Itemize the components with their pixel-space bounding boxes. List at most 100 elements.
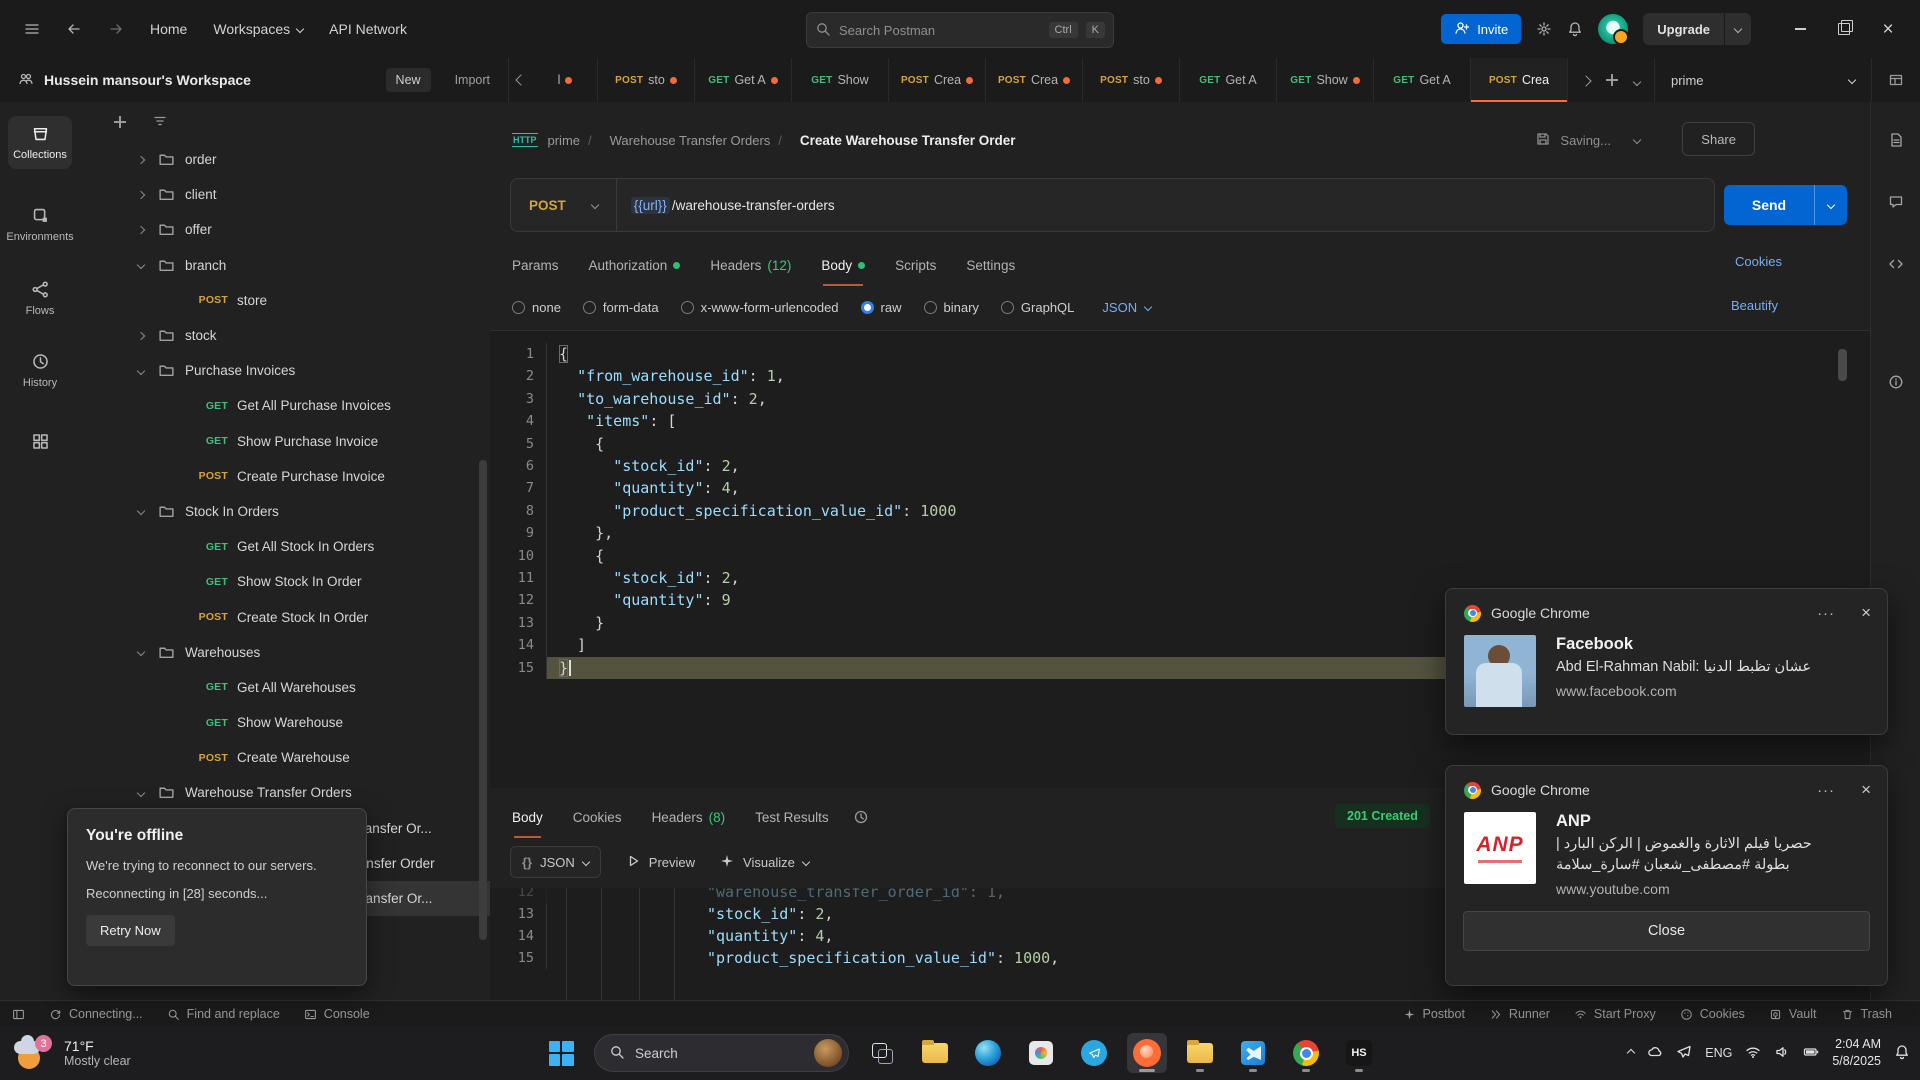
request-tab[interactable]: GETShow <box>1277 58 1374 102</box>
sidebar-folder[interactable]: order <box>80 142 490 177</box>
window-close-button[interactable]: × <box>1866 0 1910 58</box>
statusbar-start-proxy[interactable]: Start Proxy <box>1574 1007 1656 1021</box>
chevron-down-icon[interactable] <box>1725 26 1751 32</box>
body-mode-graphql[interactable]: GraphQL <box>1001 300 1074 315</box>
sidebar-request[interactable]: GETShow Warehouse <box>80 705 490 740</box>
chevron-right-icon[interactable] <box>137 331 145 339</box>
request-tab[interactable]: POSTsto <box>1083 58 1180 102</box>
taskbar-telegram-icon[interactable] <box>1074 1033 1114 1073</box>
send-button[interactable]: Send <box>1724 185 1847 225</box>
upgrade-button[interactable]: Upgrade <box>1643 13 1751 45</box>
notifications-bell-icon[interactable] <box>1567 21 1583 37</box>
settings-gear-icon[interactable] <box>1536 21 1552 37</box>
global-search-input[interactable]: Search Postman Ctrl K <box>806 12 1114 48</box>
response-tab-body[interactable]: Body <box>512 800 543 834</box>
request-tab[interactable]: POSTCrea <box>1471 58 1568 102</box>
statusbar-runner[interactable]: Runner <box>1489 1007 1550 1021</box>
tab-settings[interactable]: Settings <box>966 248 1015 282</box>
invite-button[interactable]: Invite <box>1441 14 1521 44</box>
workspace-title[interactable]: Hussein mansour's Workspace <box>44 72 376 88</box>
preview-button[interactable]: Preview <box>625 853 695 872</box>
back-icon[interactable] <box>66 21 82 37</box>
chevron-right-icon[interactable] <box>137 155 145 163</box>
sidebar-folder[interactable]: Purchase Invoices <box>80 353 490 388</box>
user-avatar[interactable] <box>1598 14 1628 44</box>
breadcrumb-collection[interactable]: prime <box>548 133 581 148</box>
request-tab[interactable]: l <box>533 58 598 102</box>
environment-selector[interactable]: prime <box>1655 58 1871 102</box>
sidebar-request[interactable]: GETShow Stock In Order <box>80 564 490 599</box>
notification-close-icon[interactable]: × <box>1861 780 1871 800</box>
rail-environments[interactable]: Environments <box>8 198 72 251</box>
taskbar-file-explorer-icon[interactable] <box>915 1033 955 1073</box>
request-tab[interactable]: POSTCrea <box>986 58 1083 102</box>
breadcrumb-request-name[interactable]: Create Warehouse Transfer Order <box>800 133 1016 148</box>
rail-history[interactable]: History <box>8 344 72 397</box>
statusbar-vault[interactable]: Vault <box>1769 1007 1817 1021</box>
response-history-icon[interactable] <box>853 809 869 825</box>
body-mode-none[interactable]: none <box>512 300 561 315</box>
taskbar-postman-icon[interactable] <box>1127 1033 1167 1073</box>
send-options-chevron-icon[interactable] <box>1815 202 1847 208</box>
request-tab[interactable]: GETShow <box>792 58 889 102</box>
notification-close-icon[interactable]: × <box>1861 603 1871 623</box>
onedrive-cloud-icon[interactable] <box>1647 1044 1663 1063</box>
rail-flows[interactable]: Flows <box>8 272 72 325</box>
chevron-down-icon[interactable] <box>137 261 145 269</box>
hidden-icons-chevron[interactable] <box>1628 1050 1634 1056</box>
visualize-button[interactable]: Visualize <box>719 853 809 872</box>
body-mode-x-www-form-urlencoded[interactable]: x-www-form-urlencoded <box>681 300 839 315</box>
response-tab-headers[interactable]: Headers(8) <box>652 800 726 834</box>
taskbar-edge-icon[interactable] <box>968 1033 1008 1073</box>
body-mode-raw[interactable]: raw <box>861 300 902 315</box>
environment-quick-look-icon[interactable] <box>1871 58 1920 102</box>
window-maximize-button[interactable] <box>1822 0 1866 58</box>
sidebar-folder[interactable]: Warehouse Transfer Orders <box>80 775 490 810</box>
sidebar-folder[interactable]: branch <box>80 248 490 283</box>
body-mode-binary[interactable]: binary <box>924 300 979 315</box>
taskbar-chrome-icon[interactable] <box>1286 1033 1326 1073</box>
tab-options-chevron-icon[interactable] <box>1634 73 1640 88</box>
wifi-icon[interactable] <box>1745 1044 1761 1063</box>
retry-now-button[interactable]: Retry Now <box>86 915 175 946</box>
taskbar-weather-widget[interactable]: 3 71°F Mostly clear <box>0 1035 254 1071</box>
rail-more[interactable] <box>8 424 72 459</box>
sidebar-request[interactable]: GETShow Purchase Invoice <box>80 424 490 459</box>
request-tab[interactable]: GETGet A <box>1374 58 1471 102</box>
request-tab[interactable]: POSTsto <box>598 58 695 102</box>
sidebar-folder[interactable]: client <box>80 177 490 212</box>
forward-icon[interactable] <box>108 21 124 37</box>
taskbar-vscode-icon[interactable] <box>1233 1033 1273 1073</box>
statusbar-connecting-[interactable]: Connecting... <box>49 1007 143 1021</box>
tab-params[interactable]: Params <box>512 248 559 282</box>
taskbar-folder-icon[interactable] <box>1180 1033 1220 1073</box>
sidebar-request[interactable]: POSTCreate Warehouse <box>80 740 490 775</box>
taskbar-photos-icon[interactable] <box>1021 1033 1061 1073</box>
editor-scrollbar[interactable] <box>1838 349 1847 381</box>
rail-collections[interactable]: Collections <box>8 116 72 169</box>
statusbar-console[interactable]: Console <box>304 1007 370 1021</box>
chrome-notification-facebook[interactable]: Google Chrome ··· × Facebook Abd El-Rahm… <box>1445 588 1888 735</box>
clock[interactable]: 2:04 AM 5/8/2025 <box>1832 1036 1881 1070</box>
sidebar-request[interactable]: GETGet All Purchase Invoices <box>80 388 490 423</box>
add-collection-plus-icon[interactable] <box>114 116 126 128</box>
beautify-link[interactable]: Beautify <box>1731 298 1778 313</box>
chevron-right-icon[interactable] <box>137 226 145 234</box>
request-tab[interactable]: GETGet A <box>695 58 792 102</box>
notification-close-button[interactable]: Close <box>1463 911 1870 951</box>
code-snippet-icon[interactable] <box>1888 256 1904 275</box>
response-format-select[interactable]: {} JSON <box>510 846 601 878</box>
volume-icon[interactable] <box>1774 1044 1790 1063</box>
new-button[interactable]: New <box>386 68 431 92</box>
menu-icon[interactable] <box>24 21 40 37</box>
sidebar-folder[interactable]: Warehouses <box>80 635 490 670</box>
battery-icon[interactable] <box>1803 1044 1819 1063</box>
body-mode-form-data[interactable]: form-data <box>583 300 659 315</box>
chevron-down-icon[interactable] <box>137 648 145 656</box>
tabs-scroll-left-icon[interactable] <box>509 58 533 102</box>
chevron-down-icon[interactable] <box>137 366 145 374</box>
share-button[interactable]: Share <box>1682 122 1755 156</box>
filter-icon[interactable] <box>152 113 168 132</box>
nav-api-network[interactable]: API Network <box>329 21 407 37</box>
new-tab-plus-icon[interactable] <box>1606 74 1618 86</box>
